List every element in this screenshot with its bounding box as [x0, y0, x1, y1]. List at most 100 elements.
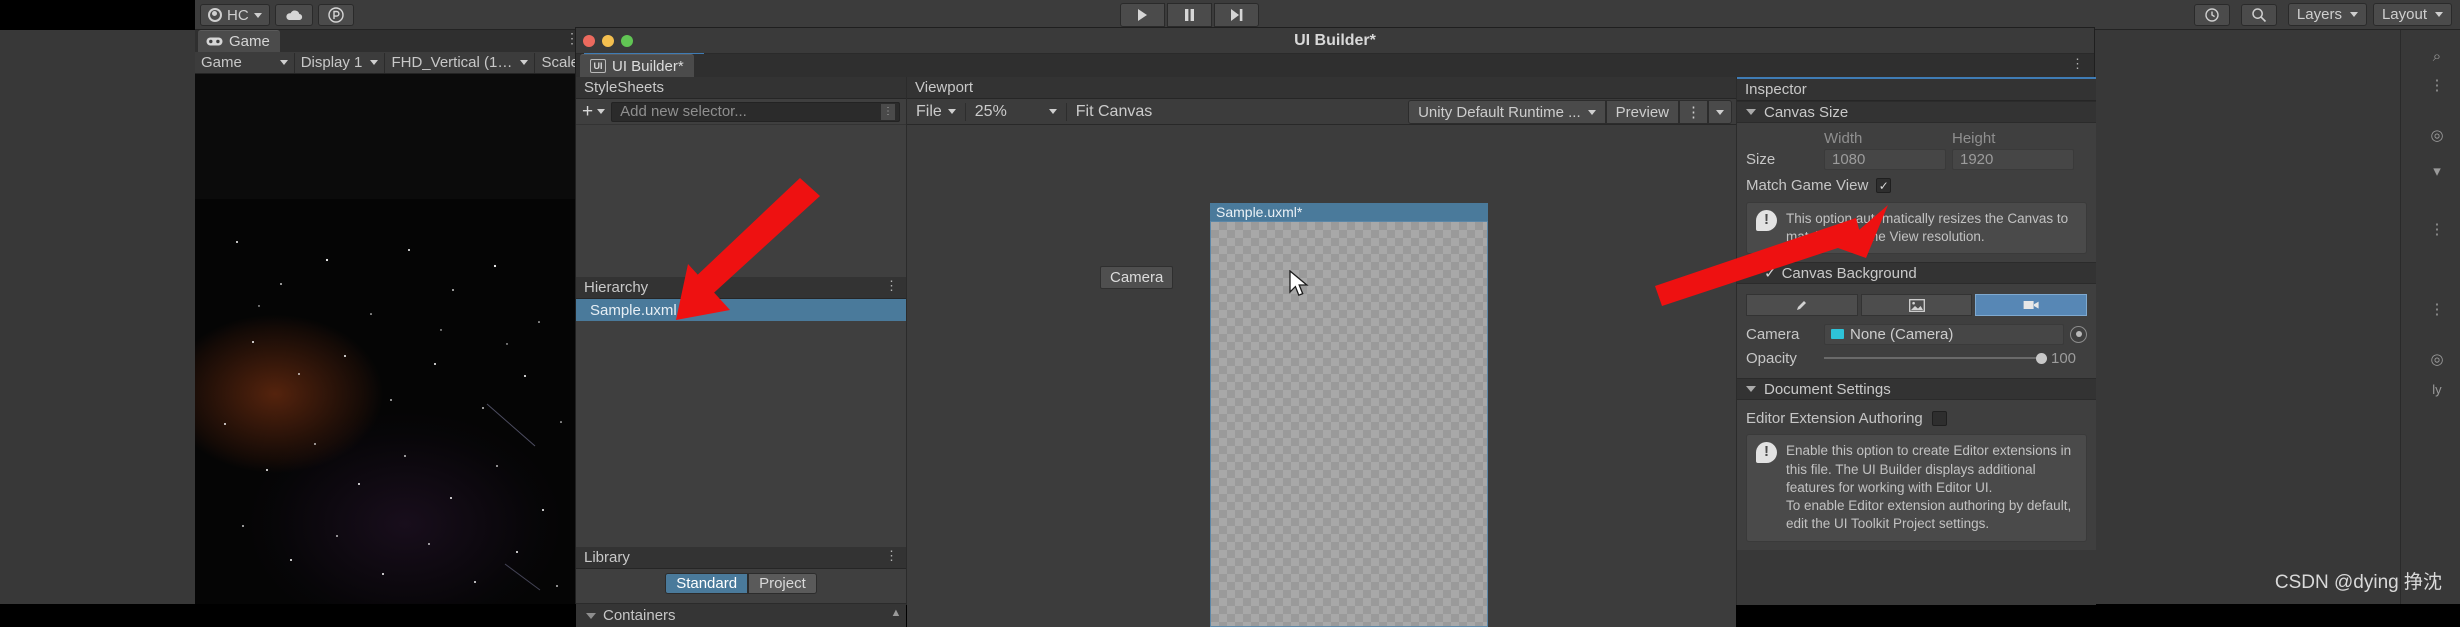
kebab-menu-icon[interactable]: ⋮: [2428, 220, 2446, 238]
toolbar-left-blank: [0, 0, 195, 30]
tab-game[interactable]: Game: [198, 30, 280, 52]
opacity-value[interactable]: 100: [2043, 350, 2087, 367]
hierarchy-header-label: Hierarchy: [584, 279, 649, 296]
search-button[interactable]: [2240, 3, 2277, 26]
library-tab-standard[interactable]: Standard: [665, 572, 749, 594]
stylesheets-list[interactable]: [576, 125, 906, 277]
ui-builder-left-column: StyleSheets + Add new selector... ⋮ Hier…: [576, 77, 906, 627]
kebab-menu-icon[interactable]: ⋮: [2428, 300, 2446, 318]
chevron-down-icon: [2349, 12, 2358, 17]
game-mode-dropdown[interactable]: Game: [195, 52, 295, 73]
editor-right-strip: ⌕ ⋮ ◎ ▾ ⋮ ⋮ ◎ ly: [2400, 30, 2460, 604]
ui-builder-titlebar[interactable]: UI Builder*: [576, 28, 2094, 54]
chevron-down-icon: [1587, 109, 1596, 115]
viewport-fit-canvas-button[interactable]: Fit Canvas: [1067, 100, 1161, 124]
chevron-down-icon: [597, 109, 606, 114]
background-mode-color-button[interactable]: [1746, 294, 1858, 317]
viewport-file-menu[interactable]: File: [907, 100, 965, 124]
library-panel: Standard Project Containers ▲: [576, 569, 906, 627]
library-menu-icon[interactable]: ⋮: [885, 549, 898, 562]
section-document-settings[interactable]: Document Settings: [1737, 378, 2096, 401]
target-icon[interactable]: ◎: [2428, 350, 2446, 368]
account-button[interactable]: HC: [200, 4, 270, 26]
size-fields-row: Size 1080 1920: [1746, 147, 2087, 171]
camera-object-field[interactable]: None (Camera): [1824, 323, 2064, 345]
size-label: Size: [1746, 150, 1776, 168]
layout-v-icon[interactable]: ▾: [2428, 162, 2446, 180]
library-header-label: Library: [584, 549, 630, 566]
cloud-button[interactable]: [274, 4, 313, 26]
viewport-preview-button[interactable]: Preview: [1605, 100, 1679, 124]
watermark: CSDN @dying 挣沈: [2274, 572, 2442, 593]
lock-icon[interactable]: ⌕: [2428, 48, 2446, 66]
library-tab-project[interactable]: Project: [748, 572, 817, 594]
chevron-down-icon: [947, 109, 956, 114]
scrollbar-up-arrow[interactable]: ▲: [890, 607, 902, 623]
section-canvas-size[interactable]: Canvas Size: [1737, 101, 2096, 123]
new-selector-input[interactable]: Add new selector... ⋮: [611, 101, 900, 122]
chevron-down-icon: [279, 60, 288, 65]
viewport-canvas-area[interactable]: Sample.uxml*: [907, 125, 1736, 627]
viewport-theme-dropdown[interactable]: Unity Default Runtime ...: [1408, 100, 1606, 124]
ui-builder-center-column: Viewport File 25% Fit Canvas Unity Defau…: [906, 77, 1736, 627]
layout-dropdown[interactable]: Layout: [2372, 3, 2452, 26]
ui-builder-right-column: Inspector Canvas Size Width Height Size …: [1736, 77, 2096, 605]
match-game-view-help: ! This option automatically resizes the …: [1746, 202, 2087, 255]
pause-button[interactable]: [1167, 3, 1212, 27]
editor-extension-row[interactable]: Editor Extension Authoring ✓: [1746, 406, 2087, 430]
viewport-overflow-menu[interactable]: ⋮: [1679, 100, 1708, 124]
uxml-canvas[interactable]: Sample.uxml*: [1210, 203, 1488, 627]
chevron-down-icon: [253, 12, 262, 18]
canvas-surface[interactable]: [1210, 221, 1488, 627]
step-icon: [1231, 9, 1243, 21]
unity-services-icon: [327, 7, 344, 23]
section-canvas-background[interactable]: ✓ Canvas Background: [1737, 262, 2096, 285]
chevron-down-icon: [1716, 109, 1724, 115]
target-icon[interactable]: ◎: [2428, 126, 2446, 144]
step-button[interactable]: [1214, 3, 1259, 27]
canvas-width-input[interactable]: 1080: [1824, 148, 1946, 170]
opacity-slider-track[interactable]: [1824, 353, 2047, 365]
chevron-down-icon: [1746, 109, 1756, 115]
kebab-menu-icon[interactable]: ⋮: [2428, 76, 2446, 94]
inspector-header-label: Inspector: [1745, 81, 1807, 98]
library-group-containers[interactable]: Containers ▲: [576, 603, 906, 627]
canvas-height-input[interactable]: 1920: [1952, 148, 2074, 170]
editor-extension-help: ! Enable this option to create Editor ex…: [1746, 434, 2087, 542]
camera-field-row: Camera None (Camera): [1746, 322, 2087, 346]
canvas-background-check-icon[interactable]: ✓: [1764, 264, 1777, 282]
match-game-view-row[interactable]: Match Game View ✓: [1746, 173, 2087, 197]
add-stylesheet-button[interactable]: +: [582, 101, 606, 123]
tab-ui-builder[interactable]: UI UI Builder*: [580, 54, 694, 77]
hierarchy-menu-icon[interactable]: ⋮: [885, 279, 898, 292]
services-button[interactable]: [317, 4, 354, 26]
hierarchy-item-sample-uxml[interactable]: Sample.uxml: [576, 299, 906, 321]
background-mode-camera-button[interactable]: [1975, 294, 2088, 317]
game-panel: Game ⋮ Game Display 1 FHD_Vertical (1080…: [195, 30, 585, 604]
editor-extension-help-text: Enable this option to create Editor exte…: [1786, 443, 2072, 532]
game-resolution-dropdown[interactable]: FHD_Vertical (1080x1920): [385, 52, 536, 73]
layers-dropdown[interactable]: Layers: [2287, 3, 2367, 26]
editor-extension-checkbox[interactable]: ✓: [1931, 410, 1947, 426]
history-button[interactable]: [2193, 3, 2230, 26]
viewport-zoom-dropdown[interactable]: 25%: [966, 100, 1066, 124]
hierarchy-panel[interactable]: Sample.uxml: [576, 299, 906, 547]
game-view-render[interactable]: [195, 74, 585, 604]
opacity-label: Opacity: [1746, 349, 1797, 367]
opacity-slider[interactable]: [1824, 353, 2047, 365]
play-button[interactable]: [1120, 3, 1165, 27]
match-game-view-checkbox[interactable]: ✓: [1876, 177, 1892, 193]
ui-builder-menu-icon[interactable]: ⋮: [2071, 57, 2084, 70]
selector-options-icon[interactable]: ⋮: [881, 103, 895, 120]
canvas-width-value: 1080: [1832, 150, 1866, 168]
canvas-title-bar[interactable]: Sample.uxml*: [1210, 203, 1488, 221]
account-icon: [208, 8, 222, 22]
chevron-down-icon: [2435, 12, 2443, 17]
chevron-down-icon: [586, 612, 596, 619]
target-icon[interactable]: [2070, 325, 2087, 343]
viewport-more-dropdown[interactable]: [1708, 100, 1732, 124]
game-display-dropdown[interactable]: Display 1: [295, 52, 386, 73]
top-toolbar: HC Layers Layout: [0, 0, 2460, 30]
background-mode-image-button[interactable]: [1860, 294, 1973, 317]
viewport-theme-label: Unity Default Runtime ...: [1418, 103, 1581, 121]
